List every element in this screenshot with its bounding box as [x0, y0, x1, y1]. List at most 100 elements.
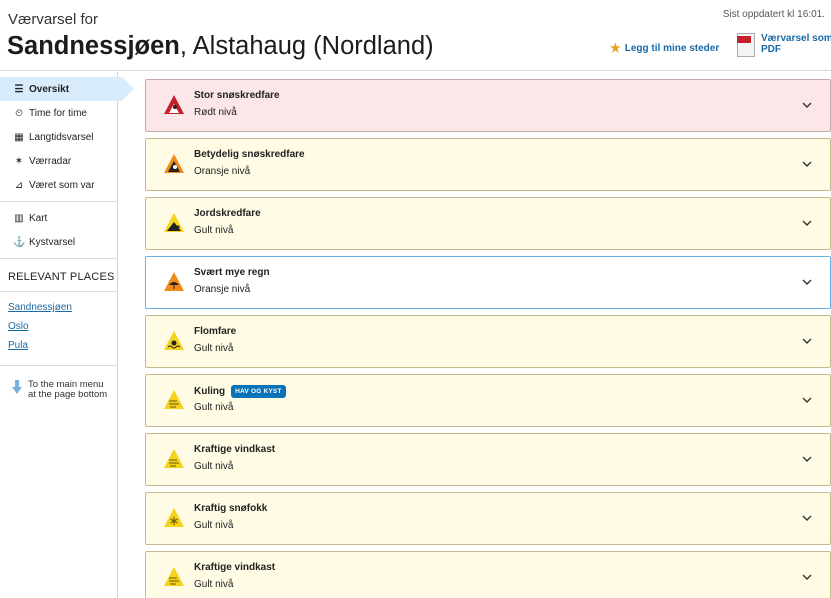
warning-level: Oransje nivå — [194, 284, 251, 295]
warning-title-text: Stor snøskredfare — [194, 90, 280, 101]
avalanche-icon — [164, 95, 184, 114]
calendar-icon: ▦ — [14, 131, 24, 143]
chart-icon: ⊿ — [14, 179, 24, 191]
chevron-down-icon[interactable] — [802, 336, 812, 346]
warning-title: Svært mye regn — [194, 267, 270, 278]
place-link-pula[interactable]: Pula — [0, 336, 117, 355]
chevron-down-icon[interactable] — [802, 277, 812, 287]
chevron-down-icon[interactable] — [802, 100, 812, 110]
sidebar: ☰ Oversikt ⏲ Time for time ▦ Langtidsvar… — [0, 72, 134, 598]
wind-icon — [164, 390, 184, 409]
warning-title-text: Kuling — [194, 386, 226, 397]
chevron-down-icon[interactable] — [802, 454, 812, 464]
satellite-icon: ✶ — [14, 155, 24, 167]
chevron-down-icon[interactable] — [802, 395, 812, 405]
umbrella-icon — [164, 272, 184, 291]
pdf-icon — [737, 33, 755, 57]
sidebar-item-label: Været som var — [29, 179, 95, 191]
sidebar-divider — [0, 201, 118, 202]
anchor-icon: ⚓ — [13, 236, 26, 248]
warning-card[interactable]: Kraftige vindkast Gult nivå — [145, 433, 831, 486]
to-main-menu-link[interactable]: To the main menu at the page bottom — [0, 380, 117, 400]
snowflake-icon — [164, 508, 184, 527]
sidebar-item-vaeret-som-var[interactable]: ⊿ Været som var — [0, 173, 117, 197]
sidebar-nav-secondary: ▥ Kart ⚓ Kystvarsel — [0, 206, 117, 254]
place-link-oslo[interactable]: Oslo — [0, 317, 117, 336]
add-to-my-places-link[interactable]: ★ Legg til mine steder — [610, 41, 719, 55]
sidebar-item-label: Oversikt — [29, 83, 70, 95]
wind-icon — [164, 567, 184, 586]
warning-title: Kraftig snøfokk — [194, 503, 267, 514]
warning-level: Gult nivå — [194, 343, 234, 354]
chevron-down-icon[interactable] — [802, 159, 812, 169]
warning-title: Kuling HAV OG KYST — [194, 385, 286, 398]
pdf-forecast-label: Værvarsel som PDF — [761, 33, 831, 55]
warning-title-text: Betydelig snøskredfare — [194, 149, 305, 160]
warning-card[interactable]: Kraftige vindkast Gult nivå — [145, 551, 831, 598]
avalanche-icon — [164, 154, 184, 173]
to-main-menu-label: To the main menu at the page bottom — [28, 379, 108, 400]
star-icon: ★ — [610, 41, 621, 55]
warning-list: Stor snøskredfare Rødt nivå Betydelig sn… — [145, 79, 831, 598]
warning-card[interactable]: Stor snøskredfare Rødt nivå — [145, 79, 831, 132]
sidebar-divider — [0, 291, 118, 292]
page-title: Sandnessjøen, Alstahaug (Nordland) — [7, 32, 434, 61]
warning-level: Gult nivå — [194, 579, 234, 590]
landslide-icon — [164, 213, 184, 232]
page-header: Værvarsel for Sandnessjøen, Alstahaug (N… — [0, 0, 831, 72]
clock-icon: ⏲ — [15, 107, 23, 119]
sidebar-item-label: Værradar — [29, 155, 72, 167]
warning-level: Gult nivå — [194, 520, 234, 531]
wind-icon — [164, 449, 184, 468]
warning-card[interactable]: Betydelig snøskredfare Oransje nivå — [145, 138, 831, 191]
warning-title: Betydelig snøskredfare — [194, 149, 305, 160]
header-divider — [0, 70, 831, 71]
chevron-down-icon[interactable] — [802, 572, 812, 582]
warning-title-text: Svært mye regn — [194, 267, 270, 278]
sidebar-item-time-for-time[interactable]: ⏲ Time for time — [0, 101, 117, 125]
warning-card[interactable]: Flomfare Gult nivå — [145, 315, 831, 368]
warning-title: Jordskredfare — [194, 208, 261, 219]
warning-title-text: Kraftige vindkast — [194, 444, 276, 455]
warning-title: Kraftige vindkast — [194, 562, 275, 573]
list-icon: ☰ — [14, 83, 24, 95]
sidebar-divider — [0, 365, 118, 366]
sidebar-item-label: Time for time — [29, 107, 87, 119]
sidebar-divider — [0, 258, 118, 259]
warning-title-text: Kraftige vindkast — [194, 562, 276, 573]
warning-title: Stor snøskredfare — [194, 90, 280, 101]
sidebar-item-oversikt[interactable]: ☰ Oversikt — [0, 77, 134, 101]
sidebar-item-langtidsvarsel[interactable]: ▦ Langtidsvarsel — [0, 125, 117, 149]
sidebar-item-vaerradar[interactable]: ✶ Værradar — [0, 149, 117, 173]
warning-title-text: Flomfare — [194, 326, 237, 337]
warning-level: Gult nivå — [194, 402, 234, 413]
pdf-forecast-link[interactable]: Værvarsel som PDF — [737, 33, 831, 57]
sidebar-nav: ☰ Oversikt ⏲ Time for time ▦ Langtidsvar… — [0, 77, 134, 197]
last-updated: Sist oppdatert kl 16:01. — [722, 9, 825, 20]
place-link-sandnessjoen[interactable]: Sandnessjøen — [0, 298, 117, 317]
sidebar-item-label: Langtidsvarsel — [29, 131, 94, 143]
warning-card[interactable]: Kuling HAV OG KYST Gult nivå — [145, 374, 831, 427]
warning-title: Flomfare — [194, 326, 236, 337]
flood-icon — [164, 331, 184, 350]
warning-level: Oransje nivå — [194, 166, 251, 177]
warning-card[interactable]: Svært mye regn Oransje nivå — [145, 256, 831, 309]
sidebar-item-label: Kart — [29, 212, 48, 224]
sidebar-item-kart[interactable]: ▥ Kart — [0, 206, 117, 230]
add-to-my-places-label: Legg til mine steder — [624, 42, 720, 54]
chevron-down-icon[interactable] — [802, 513, 812, 523]
chevron-down-icon[interactable] — [802, 218, 812, 228]
place-name: Sandnessjøen — [7, 32, 180, 60]
warning-title-text: Jordskredfare — [194, 208, 261, 219]
warning-title: Kraftige vindkast — [194, 444, 275, 455]
map-icon: ▥ — [14, 212, 24, 224]
warning-level: Gult nivå — [194, 225, 234, 236]
page-pretitle: Værvarsel for — [8, 11, 99, 28]
relevant-places-heading: RELEVANT PLACES — [8, 271, 115, 283]
sidebar-item-kystvarsel[interactable]: ⚓ Kystvarsel — [0, 230, 117, 254]
warning-title-text: Kraftig snøfokk — [194, 503, 268, 514]
warning-level: Gult nivå — [194, 461, 234, 472]
warning-card[interactable]: Kraftig snøfokk Gult nivå — [145, 492, 831, 545]
arrow-down-icon — [12, 380, 22, 394]
warning-card[interactable]: Jordskredfare Gult nivå — [145, 197, 831, 250]
